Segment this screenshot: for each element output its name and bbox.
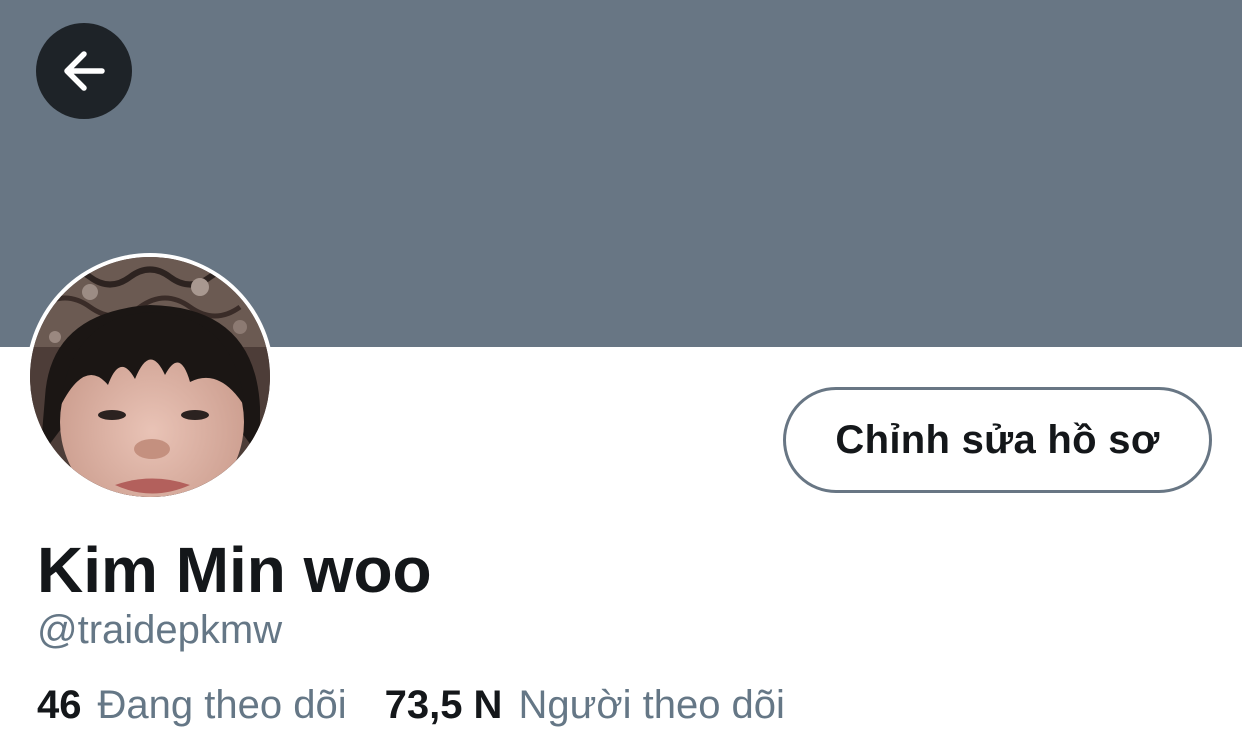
following-label: Đang theo dõi xyxy=(97,683,347,727)
following-count: 46 xyxy=(37,683,82,727)
user-handle: @traidepkmw xyxy=(37,608,283,652)
followers-label: Người theo dõi xyxy=(518,683,785,727)
back-button[interactable] xyxy=(36,23,132,119)
follow-stats: 46 Đang theo dõi 73,5 N Người theo dõi xyxy=(37,680,785,730)
following-stat[interactable]: 46 Đang theo dõi xyxy=(37,680,347,730)
edit-profile-button[interactable]: Chỉnh sửa hồ sơ xyxy=(783,387,1212,493)
followers-count: 73,5 N xyxy=(384,683,503,727)
followers-stat[interactable]: 73,5 N Người theo dõi xyxy=(385,680,785,730)
display-name: Kim Min woo xyxy=(37,534,432,606)
profile-photo xyxy=(30,257,270,497)
arrow-left-icon xyxy=(64,51,105,91)
avatar[interactable] xyxy=(26,253,274,501)
